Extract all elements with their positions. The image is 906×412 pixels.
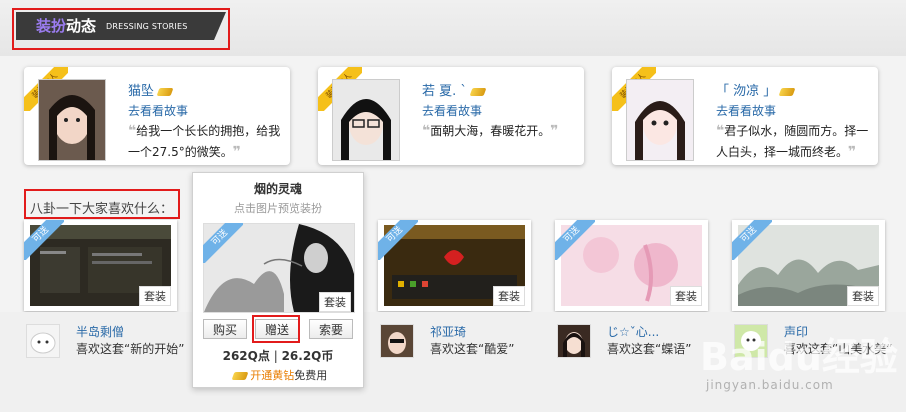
story-card-2[interactable]: 装扮达人 若 夏. ` 去看看故事 ❝面朝大海，春暖花开。❞ <box>318 67 584 165</box>
highlight-box-title <box>12 8 230 50</box>
can-send-ribbon: 可送 <box>378 220 418 260</box>
set-tag: 套装 <box>847 286 879 306</box>
request-button[interactable]: 索要 <box>309 319 353 339</box>
user-name[interactable]: 半岛剩僧 <box>76 323 124 340</box>
dress-card-3[interactable]: 可送 套装 <box>378 220 531 311</box>
open-quote-icon: ❝ <box>128 123 137 139</box>
avatar[interactable] <box>332 79 400 161</box>
dress-card-4[interactable]: 可送 套装 <box>555 220 708 311</box>
story-link[interactable]: 去看看故事 <box>716 102 776 119</box>
story-quote: ❝面朝大海，春暖花开。❞ <box>422 123 559 139</box>
story-quote: ❝给我一个长长的拥抱，给我一个27.5°的微笑。❞ <box>128 123 281 160</box>
story-card-3[interactable]: 装扮达人 「 沕凉 」 去看看故事 ❝君子似水，随圆而方。择一人白头，择一城而终… <box>612 67 878 165</box>
story-quote: ❝君子似水，随圆而方。择一人白头，择一城而终老。❞ <box>716 123 869 160</box>
dress-card-1[interactable]: 可送 套装 <box>24 220 177 311</box>
avatar[interactable] <box>626 79 694 161</box>
story-user-name[interactable]: 猫坠 <box>128 80 174 99</box>
price-info: 262Q点 | 26.2Q币 <box>222 349 334 363</box>
user-liked-text: 喜欢这套“新的开始” <box>76 342 185 356</box>
highlight-box-gift <box>252 315 300 343</box>
user-avatar[interactable] <box>380 324 414 358</box>
user-liked-text: 喜欢这套“蝶语” <box>607 342 692 356</box>
set-tag: 套装 <box>670 286 702 306</box>
story-user-name[interactable]: 若 夏. ` <box>422 80 487 99</box>
story-user-name[interactable]: 「 沕凉 」 <box>716 80 796 99</box>
user-name[interactable]: 祁亚琦 <box>430 323 466 340</box>
can-send-ribbon: 可送 <box>203 223 243 263</box>
story-card-1[interactable]: 装扮达人 猫坠 去看看故事 ❝给我一个长长的拥抱，给我一个27.5°的微笑。❞ <box>24 67 290 165</box>
vip-promo: 开通黄钻免费用 <box>193 367 363 383</box>
buy-button[interactable]: 购买 <box>203 319 247 339</box>
dress-detail-popup: 烟的灵魂 点击图片预览装扮 可送 套装 购买 赠送 索要 262Q点 | 26.… <box>192 172 364 388</box>
close-quote-icon: ❞ <box>550 123 559 139</box>
yellow-diamond-icon <box>156 87 174 96</box>
user-avatar[interactable] <box>557 324 591 358</box>
user-name[interactable]: じ☆ˇ心... <box>607 323 659 340</box>
close-quote-icon: ❞ <box>848 144 857 160</box>
baidu-watermark: Baidu经验 <box>700 335 898 379</box>
yellow-diamond-icon <box>778 87 796 96</box>
story-link[interactable]: 去看看故事 <box>128 102 188 119</box>
can-send-ribbon: 可送 <box>732 220 772 260</box>
can-send-ribbon: 可送 <box>555 220 595 260</box>
open-vip-link[interactable]: 开通黄钻 <box>250 369 294 382</box>
popup-title: 烟的灵魂 <box>253 182 302 196</box>
dress-card-5[interactable]: 可送 套装 <box>732 220 885 311</box>
close-quote-icon: ❞ <box>232 144 241 160</box>
set-tag: 套装 <box>493 286 525 306</box>
yellow-diamond-icon <box>469 87 487 96</box>
user-avatar[interactable] <box>26 324 60 358</box>
open-quote-icon: ❝ <box>716 123 725 139</box>
open-quote-icon: ❝ <box>422 123 431 139</box>
set-tag: 套装 <box>319 292 351 312</box>
avatar[interactable] <box>38 79 106 161</box>
popup-hint: 点击图片预览装扮 <box>234 202 322 215</box>
watermark-url: jingyan.baidu.com <box>706 378 834 392</box>
set-tag: 套装 <box>139 286 171 306</box>
yellow-diamond-icon <box>231 372 249 380</box>
can-send-ribbon: 可送 <box>24 220 64 260</box>
highlight-box-gossip <box>24 189 180 219</box>
story-link[interactable]: 去看看故事 <box>422 102 482 119</box>
user-liked-text: 喜欢这套“酷爱” <box>430 342 515 356</box>
